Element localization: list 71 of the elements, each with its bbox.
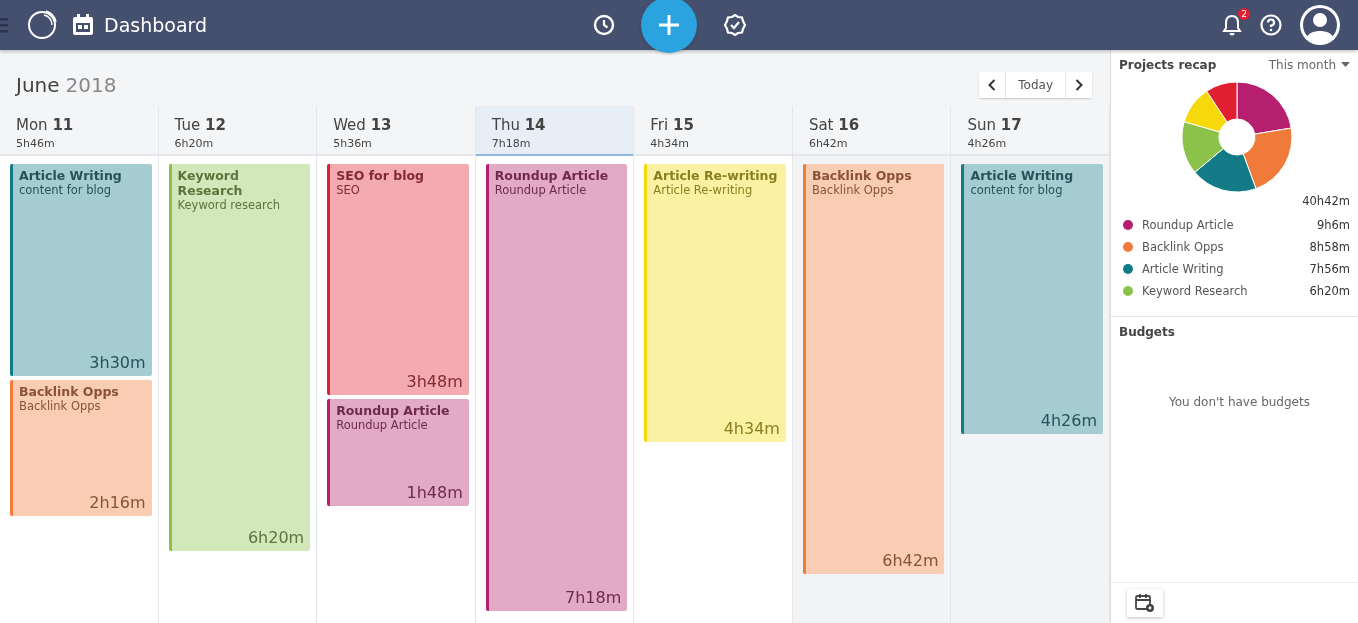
time-entry-card[interactable]: SEO for blog SEO 3h48m xyxy=(327,164,469,395)
project-name: Article Writing xyxy=(1142,262,1225,276)
entry-duration: 6h42m xyxy=(882,551,939,571)
entry-subtitle: SEO xyxy=(336,183,361,197)
project-time: 9h6m xyxy=(1316,218,1350,232)
entry-title: Roundup Article xyxy=(336,402,451,418)
entry-title: Backlink Opps xyxy=(19,384,120,400)
project-time: 8h58m xyxy=(1309,240,1350,254)
check-badge-icon[interactable] xyxy=(723,13,747,37)
project-time: 6h20m xyxy=(1309,284,1350,298)
avatar-icon[interactable] xyxy=(1300,5,1340,45)
logo-icon[interactable] xyxy=(26,9,58,41)
time-entry-card[interactable]: Keyword Research Keyword research 6h20m xyxy=(168,164,311,552)
entry-duration: 1h48m xyxy=(406,483,463,503)
time-entry-card[interactable]: Article Writing content for blog 3h30m xyxy=(10,164,152,377)
caret-icon xyxy=(1341,62,1350,68)
entry-subtitle: Article Re-writing xyxy=(653,183,754,197)
time-entry-card[interactable]: Backlink Opps Backlink Opps 6h42m xyxy=(802,164,945,575)
entry-title: Article Writing xyxy=(970,168,1075,183)
year-label: 2018 xyxy=(65,73,117,97)
time-entry-card[interactable]: Article Writing content for blog 4h26m xyxy=(961,164,1104,434)
entry-duration: 3h48m xyxy=(406,371,463,391)
previous-button[interactable] xyxy=(979,72,1006,98)
chevron-left-icon xyxy=(988,79,997,91)
project-time: 7h56m xyxy=(1309,262,1350,276)
entry-title: Article Re-writing xyxy=(653,168,779,183)
entry-subtitle: Roundup Article xyxy=(494,183,588,197)
entry-title: Keyword Research xyxy=(177,168,244,198)
entry-title: SEO for blog xyxy=(336,168,425,183)
section-title: Budgets xyxy=(1119,325,1176,339)
plus-icon xyxy=(657,13,681,37)
entry-duration: 4h34m xyxy=(723,419,780,439)
entry-duration: 2h16m xyxy=(89,493,146,513)
time-entry-card[interactable]: Roundup Article Roundup Article 7h18m xyxy=(485,164,628,612)
entry-duration: 6h20m xyxy=(247,528,305,548)
entry-duration: 4h26m xyxy=(1040,410,1098,430)
calendar-gear-icon xyxy=(1135,593,1155,613)
notification-badge: 2 xyxy=(1238,8,1250,20)
month-label: June xyxy=(16,73,60,97)
entry-subtitle: Backlink Opps xyxy=(19,399,102,414)
entry-duration: 7h18m xyxy=(565,588,622,608)
entry-title: Roundup Article xyxy=(494,168,610,183)
time-entry-card[interactable]: Backlink Opps Backlink Opps 2h16m xyxy=(10,380,152,517)
day-header[interactable]: Thu 14 7h18m xyxy=(475,106,634,156)
entry-title: Article Writing xyxy=(19,168,123,183)
page-title: Dashboard xyxy=(104,14,208,36)
entry-subtitle: Keyword research xyxy=(177,198,282,212)
section-title: Projects recap xyxy=(1119,58,1217,72)
calendar-settings-button[interactable] xyxy=(1127,589,1163,617)
time-entry-card[interactable]: Roundup Article Roundup Article 1h48m xyxy=(327,398,469,507)
entry-subtitle: content for blog xyxy=(970,183,1064,197)
total-time: 40h42m xyxy=(1301,194,1350,208)
project-name: Keyword Research xyxy=(1142,284,1249,298)
next-button[interactable] xyxy=(1066,72,1092,98)
entry-duration: 3h30m xyxy=(89,353,146,373)
help-icon[interactable] xyxy=(1260,14,1282,36)
calendar-icon xyxy=(72,14,94,36)
empty-message: You don't have budgets xyxy=(1169,395,1311,409)
entry-subtitle: content for blog xyxy=(19,183,112,197)
add-button[interactable] xyxy=(641,0,697,53)
project-name: Roundup Article xyxy=(1142,218,1235,232)
today-button[interactable]: Today xyxy=(1005,72,1066,98)
time-entry-card[interactable]: Article Re-writing Article Re-writing 4h34m xyxy=(644,164,786,443)
entry-title: Backlink Opps xyxy=(811,168,913,183)
chevron-right-icon xyxy=(1075,79,1083,91)
period-dropdown[interactable]: This month xyxy=(1268,58,1350,72)
entry-subtitle: Backlink Opps xyxy=(811,183,895,197)
bell-icon[interactable] xyxy=(1222,14,1242,36)
entry-subtitle: Roundup Article xyxy=(336,417,429,432)
clock-icon[interactable] xyxy=(593,14,615,36)
project-name: Backlink Opps xyxy=(1142,240,1225,254)
